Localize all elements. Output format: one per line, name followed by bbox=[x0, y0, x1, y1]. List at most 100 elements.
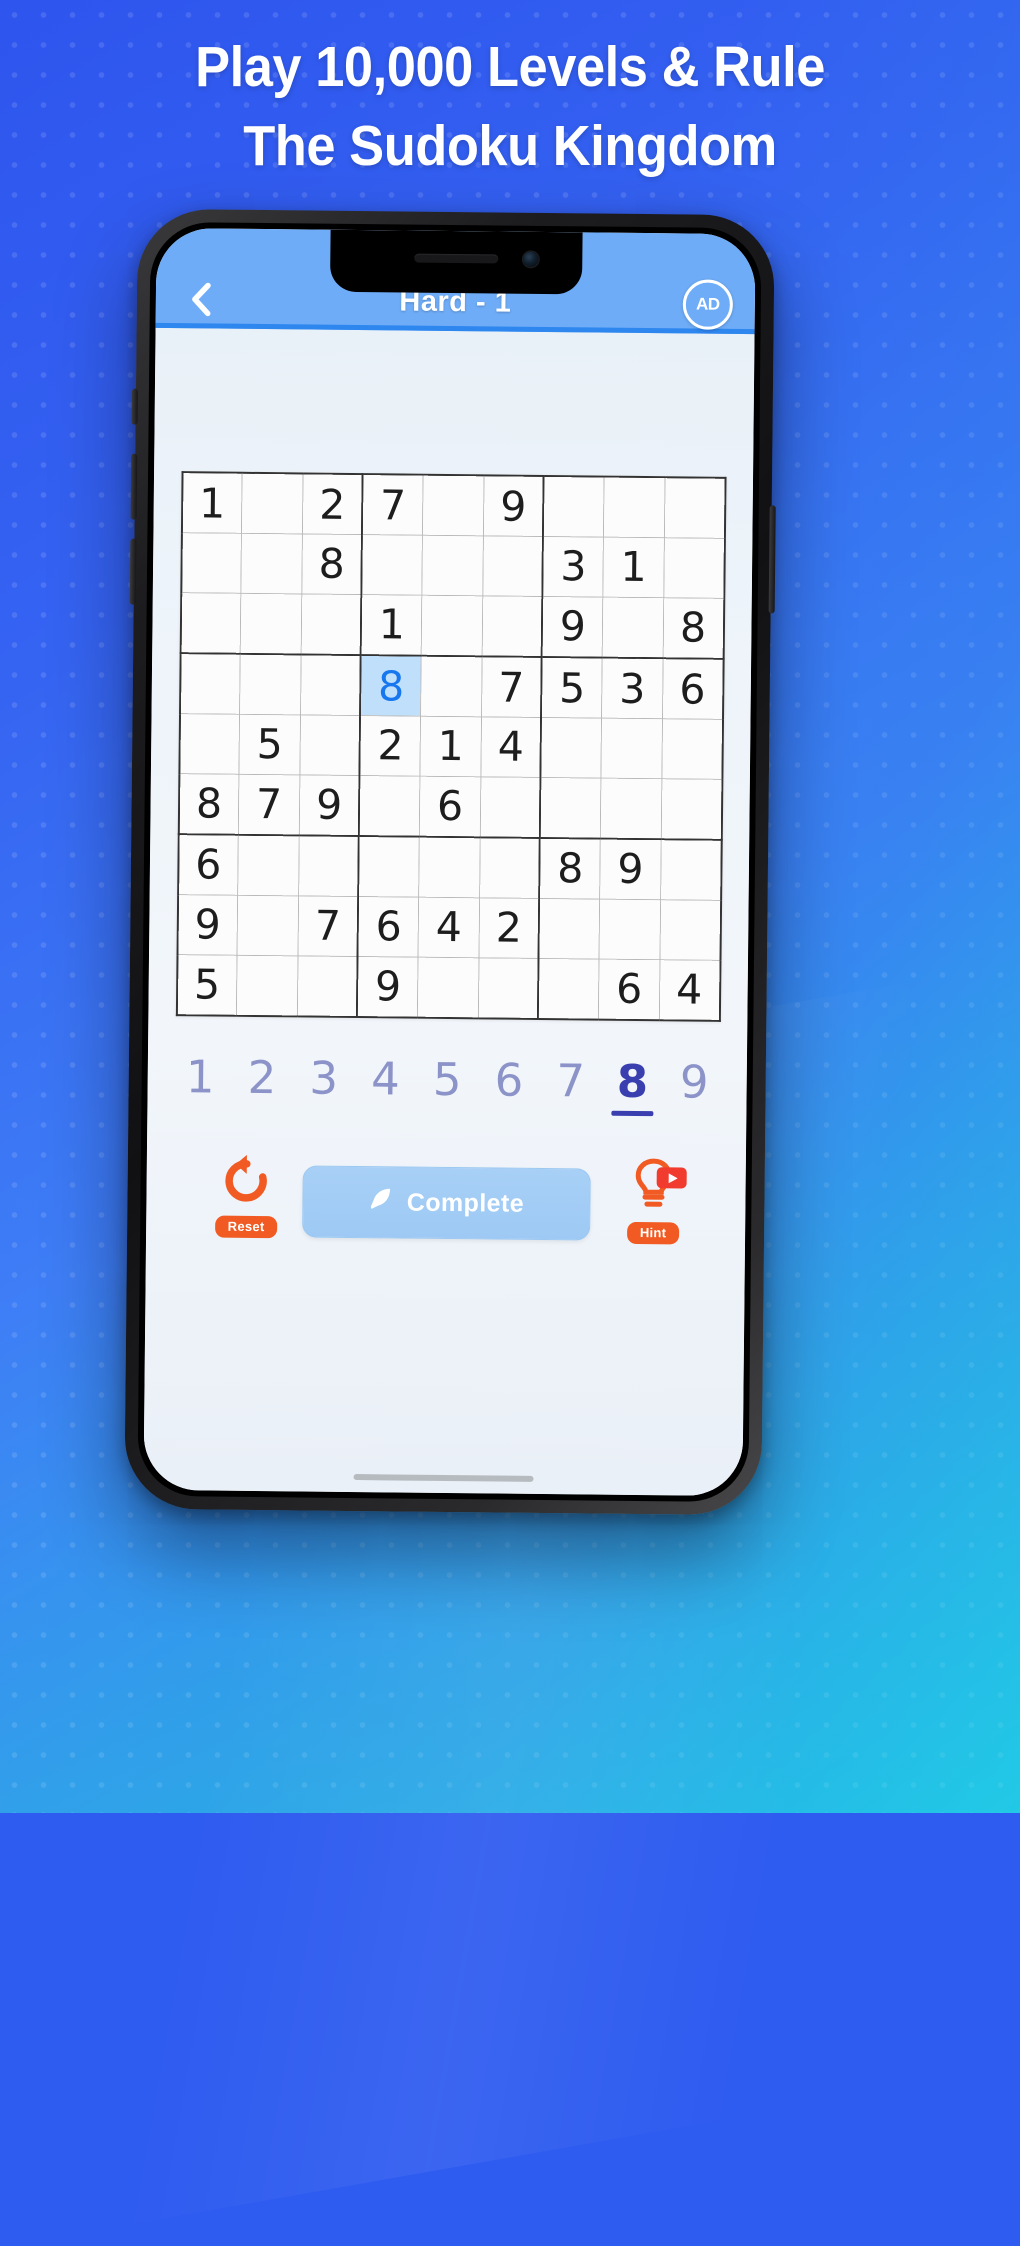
reset-button[interactable]: Reset bbox=[198, 1152, 295, 1238]
sudoku-cell-r9-c5[interactable] bbox=[418, 957, 479, 1018]
sudoku-cell-r2-c7[interactable]: 3 bbox=[543, 536, 604, 597]
sudoku-cell-r8-c9[interactable] bbox=[660, 900, 721, 961]
sudoku-cell-r3-c4[interactable]: 1 bbox=[361, 595, 422, 656]
sudoku-cell-r9-c1[interactable]: 5 bbox=[176, 955, 237, 1016]
sudoku-cell-r9-c2[interactable] bbox=[237, 955, 298, 1016]
sudoku-cell-r8-c4[interactable]: 6 bbox=[358, 897, 419, 958]
sudoku-cell-r4-c6[interactable]: 7 bbox=[481, 656, 542, 717]
sudoku-cell-r9-c7[interactable] bbox=[538, 958, 599, 1019]
sudoku-cell-r2-c4[interactable] bbox=[362, 535, 423, 596]
sudoku-cell-r9-c6[interactable] bbox=[478, 958, 539, 1019]
sudoku-cell-r6-c3[interactable]: 9 bbox=[299, 775, 360, 836]
number-pad[interactable]: 123456789 bbox=[173, 1038, 722, 1120]
sudoku-cell-r5-c2[interactable]: 5 bbox=[239, 714, 300, 775]
sudoku-cell-r1-c4[interactable]: 7 bbox=[362, 474, 423, 535]
sudoku-cell-r3-c8[interactable] bbox=[602, 597, 663, 658]
sudoku-cell-r8-c3[interactable]: 7 bbox=[298, 896, 359, 957]
sudoku-cell-r8-c5[interactable]: 4 bbox=[418, 897, 479, 958]
sudoku-cell-r1-c9[interactable] bbox=[664, 477, 725, 538]
sudoku-cell-r1-c7[interactable] bbox=[543, 476, 604, 537]
sudoku-cell-r2-c2[interactable] bbox=[241, 533, 302, 594]
sudoku-cell-r2-c9[interactable] bbox=[663, 538, 724, 599]
sudoku-cell-r5-c6[interactable]: 4 bbox=[481, 717, 542, 778]
sudoku-cell-r3-c2[interactable] bbox=[240, 593, 301, 654]
number-key-3[interactable]: 3 bbox=[296, 1042, 351, 1113]
home-indicator bbox=[353, 1474, 533, 1482]
sudoku-cell-r6-c2[interactable]: 7 bbox=[239, 774, 300, 835]
sudoku-cell-r3-c1[interactable] bbox=[180, 593, 241, 654]
sudoku-cell-r5-c7[interactable] bbox=[541, 717, 602, 778]
sudoku-cell-r8-c2[interactable] bbox=[237, 895, 298, 956]
sudoku-cell-r6-c1[interactable]: 8 bbox=[178, 774, 239, 835]
sudoku-cell-r1-c1[interactable]: 1 bbox=[181, 472, 242, 533]
number-key-4[interactable]: 4 bbox=[358, 1043, 413, 1114]
sudoku-cell-r5-c5[interactable]: 1 bbox=[420, 716, 481, 777]
sudoku-grid[interactable]: 12798311988753652148796689976425964 bbox=[175, 471, 726, 1022]
sudoku-cell-r3-c5[interactable] bbox=[421, 595, 482, 656]
sudoku-cell-r5-c1[interactable] bbox=[179, 714, 240, 775]
sudoku-cell-r7-c8[interactable]: 9 bbox=[600, 839, 661, 900]
sudoku-cell-r9-c3[interactable] bbox=[297, 956, 358, 1017]
sudoku-cell-r7-c7[interactable]: 8 bbox=[540, 838, 601, 899]
sudoku-cell-r1-c6[interactable]: 9 bbox=[483, 475, 544, 536]
sudoku-cell-r7-c1[interactable]: 6 bbox=[178, 834, 239, 895]
sudoku-cell-r3-c3[interactable] bbox=[301, 594, 362, 655]
number-key-1[interactable]: 1 bbox=[173, 1041, 228, 1112]
sudoku-cell-r7-c4[interactable] bbox=[359, 836, 420, 897]
sudoku-cell-r7-c6[interactable] bbox=[479, 837, 540, 898]
sudoku-cell-r4-c1[interactable] bbox=[180, 653, 241, 714]
sudoku-cell-r6-c6[interactable] bbox=[480, 777, 541, 838]
complete-button[interactable]: Complete bbox=[302, 1165, 591, 1240]
sudoku-cell-r5-c8[interactable] bbox=[601, 718, 662, 779]
sudoku-cell-r9-c4[interactable]: 9 bbox=[357, 956, 418, 1017]
sudoku-cell-r8-c1[interactable]: 9 bbox=[177, 895, 238, 956]
sudoku-cell-r6-c4[interactable] bbox=[359, 775, 420, 836]
sudoku-cell-r6-c5[interactable]: 6 bbox=[420, 776, 481, 837]
sudoku-cell-r8-c8[interactable] bbox=[599, 899, 660, 960]
sudoku-cell-r7-c3[interactable] bbox=[298, 835, 359, 896]
number-key-5[interactable]: 5 bbox=[420, 1044, 475, 1115]
sudoku-cell-r4-c9[interactable]: 6 bbox=[662, 658, 723, 719]
sudoku-cell-r1-c3[interactable]: 2 bbox=[302, 473, 363, 534]
sudoku-cell-r2-c5[interactable] bbox=[422, 535, 483, 596]
sudoku-cell-r9-c9[interactable]: 4 bbox=[659, 960, 720, 1021]
sudoku-cell-r4-c4[interactable]: 8 bbox=[361, 655, 422, 716]
number-key-2[interactable]: 2 bbox=[235, 1042, 290, 1113]
sudoku-cell-r4-c2[interactable] bbox=[240, 654, 301, 715]
play-video-icon bbox=[657, 1167, 687, 1188]
sudoku-cell-r4-c8[interactable]: 3 bbox=[602, 658, 663, 719]
number-key-7[interactable]: 7 bbox=[543, 1045, 598, 1116]
sudoku-cell-r6-c8[interactable] bbox=[601, 778, 662, 839]
sudoku-cell-r6-c7[interactable] bbox=[540, 777, 601, 838]
sudoku-cell-r4-c5[interactable] bbox=[421, 656, 482, 717]
sudoku-cell-r1-c5[interactable] bbox=[423, 475, 484, 536]
hint-button[interactable]: Hint bbox=[603, 1157, 704, 1245]
number-key-6[interactable]: 6 bbox=[482, 1044, 537, 1115]
number-key-8[interactable]: 8 bbox=[605, 1046, 660, 1117]
back-button[interactable] bbox=[178, 276, 224, 322]
sudoku-cell-r7-c9[interactable] bbox=[660, 839, 721, 900]
sudoku-cell-r3-c9[interactable]: 8 bbox=[663, 598, 724, 659]
sudoku-cell-r5-c9[interactable] bbox=[662, 719, 723, 780]
sudoku-cell-r1-c8[interactable] bbox=[604, 477, 665, 538]
sudoku-cell-r1-c2[interactable] bbox=[242, 473, 303, 534]
sudoku-cell-r3-c6[interactable] bbox=[482, 596, 543, 657]
sudoku-cell-r5-c3[interactable] bbox=[300, 715, 361, 776]
sudoku-cell-r4-c7[interactable]: 5 bbox=[541, 657, 602, 718]
sudoku-board[interactable]: 12798311988753652148796689976425964 bbox=[175, 471, 726, 1022]
sudoku-cell-r2-c8[interactable]: 1 bbox=[603, 537, 664, 598]
sudoku-cell-r2-c3[interactable]: 8 bbox=[301, 534, 362, 595]
sudoku-cell-r9-c8[interactable]: 6 bbox=[599, 959, 660, 1020]
sudoku-cell-r8-c7[interactable] bbox=[539, 898, 600, 959]
sudoku-cell-r2-c1[interactable] bbox=[181, 533, 242, 594]
sudoku-cell-r7-c2[interactable] bbox=[238, 835, 299, 896]
sudoku-cell-r4-c3[interactable] bbox=[300, 654, 361, 715]
sudoku-cell-r6-c9[interactable] bbox=[661, 779, 722, 840]
sudoku-cell-r5-c4[interactable]: 2 bbox=[360, 716, 421, 777]
number-key-9[interactable]: 9 bbox=[667, 1046, 722, 1117]
sudoku-cell-r3-c7[interactable]: 9 bbox=[542, 596, 603, 657]
sudoku-cell-r2-c6[interactable] bbox=[482, 536, 543, 597]
sudoku-cell-r7-c5[interactable] bbox=[419, 837, 480, 898]
sudoku-cell-r8-c6[interactable]: 2 bbox=[479, 898, 540, 959]
ad-button[interactable]: AD bbox=[683, 279, 734, 330]
